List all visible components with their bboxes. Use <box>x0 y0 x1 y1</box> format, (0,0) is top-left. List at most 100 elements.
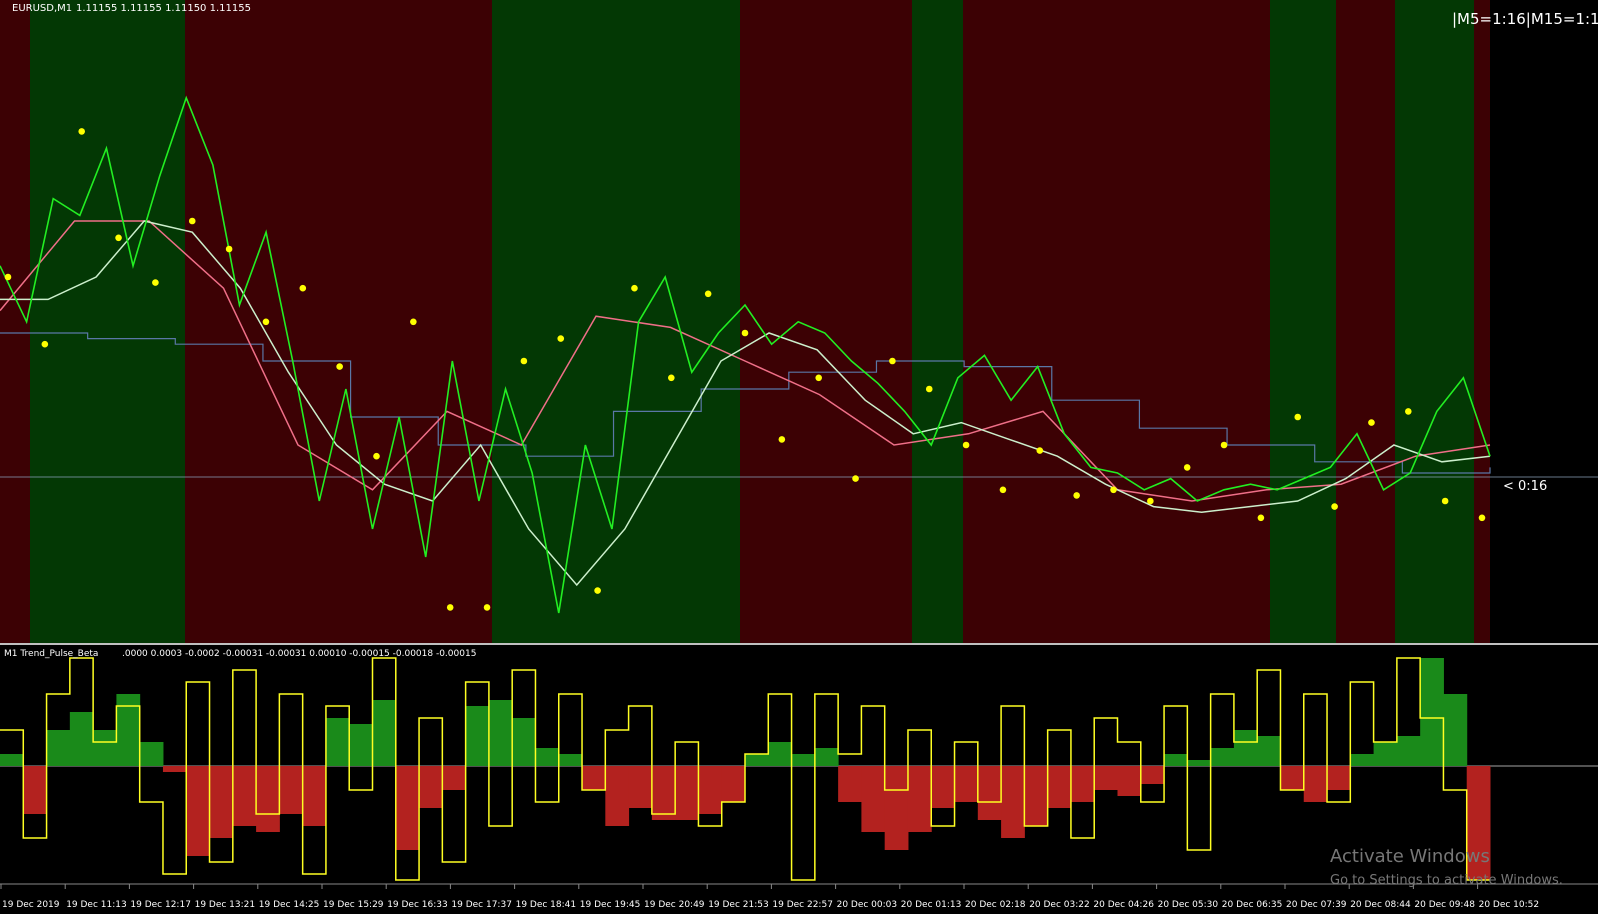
histogram-bar <box>69 712 94 766</box>
time-axis-label: 19 Dec 17:37 <box>451 900 512 910</box>
symbol-label: EURUSD,M1 <box>12 3 72 14</box>
histogram-bar <box>1070 766 1095 802</box>
histogram-bar <box>139 742 164 766</box>
swing-point <box>262 318 270 326</box>
histogram-bar <box>162 766 187 772</box>
swing-point <box>152 279 159 286</box>
activation-watermark-title: Activate Windows <box>1330 846 1490 867</box>
histogram-bar <box>907 766 932 832</box>
swing-point <box>520 357 528 365</box>
time-axis-label: 20 Dec 01:13 <box>901 900 962 910</box>
swing-point <box>1331 503 1338 510</box>
time-axis-label: 19 Dec 13:21 <box>195 900 256 910</box>
histogram-bar <box>814 748 839 766</box>
swing-point <box>1220 441 1228 449</box>
histogram-bar <box>1187 760 1212 766</box>
trend-band-bear <box>740 0 912 643</box>
histogram-bar <box>1420 658 1444 766</box>
histogram-bar <box>1280 766 1305 790</box>
histogram-bar <box>1024 766 1049 826</box>
time-axis-label: 19 Dec 2019 <box>2 900 60 910</box>
histogram-bar <box>1373 742 1398 766</box>
histogram-bar <box>1140 766 1165 784</box>
swing-point <box>225 245 233 253</box>
swing-point <box>1257 514 1265 522</box>
time-axis-label: 19 Dec 22:57 <box>772 900 833 910</box>
histogram-bar <box>1001 766 1025 838</box>
swing-point <box>336 363 343 370</box>
histogram-bar <box>768 742 793 766</box>
histogram-bar <box>1443 694 1468 766</box>
mt4-chart-window[interactable]: 19 Dec 2019 19 Dec 11:13 19 Dec 12:17 19 De… <box>0 0 1598 914</box>
time-axis-label: 19 Dec 12:17 <box>130 900 191 910</box>
histogram-bar <box>1396 736 1421 766</box>
histogram-bar <box>1303 766 1328 802</box>
time-axis-label: 19 Dec 19:45 <box>580 900 641 910</box>
histogram-bar <box>488 700 513 766</box>
price-chart[interactable]: 19 Dec 2019 19 Dec 11:13 19 Dec 12:17 19 De… <box>0 0 1598 914</box>
swing-point <box>704 290 712 298</box>
swing-point <box>741 329 749 337</box>
histogram-bar <box>558 754 583 766</box>
histogram-bar <box>745 754 769 766</box>
time-axis-label: 20 Dec 03:22 <box>1029 900 1090 910</box>
swing-point <box>1368 419 1375 426</box>
swing-point <box>446 604 454 611</box>
histogram-bar <box>675 766 699 820</box>
histogram-bar <box>954 766 979 802</box>
swing-point <box>1478 514 1486 522</box>
time-axis-label: 20 Dec 00:03 <box>837 900 898 910</box>
time-axis-label: 20 Dec 02:18 <box>965 900 1026 910</box>
swing-point <box>1183 464 1191 471</box>
time-axis-label: 19 Dec 20:49 <box>644 900 705 910</box>
histogram-bar <box>931 766 956 808</box>
swing-point <box>557 335 565 342</box>
trend-band-bull <box>1270 0 1336 643</box>
trend-band-bear <box>963 0 1270 643</box>
swing-point <box>78 128 85 135</box>
histogram-bar <box>1257 736 1281 766</box>
histogram-bar <box>791 754 816 766</box>
price-marker: < 0:16 <box>1503 479 1547 494</box>
swing-point <box>4 273 12 281</box>
histogram-bar <box>372 700 397 766</box>
swing-point <box>1441 497 1449 505</box>
time-axis-label: 20 Dec 07:39 <box>1286 900 1347 910</box>
histogram-bar <box>349 724 373 766</box>
swing-point <box>631 284 638 292</box>
ohlc-values: 1.11155 1.11155 1.11150 1.11155 <box>76 3 251 14</box>
histogram-bar <box>209 766 234 838</box>
histogram-bar <box>1094 766 1118 790</box>
swing-point <box>188 217 196 225</box>
histogram-bar <box>512 718 536 766</box>
histogram-bar <box>698 766 723 814</box>
histogram-bar <box>861 766 886 832</box>
histogram-bar <box>651 766 676 820</box>
swing-point <box>299 284 307 292</box>
time-axis-label: 20 Dec 06:35 <box>1222 900 1283 910</box>
swing-point <box>594 587 601 594</box>
histogram-bar <box>605 766 630 826</box>
swing-point <box>1110 486 1117 494</box>
time-axis-label: 19 Dec 18:41 <box>516 900 577 910</box>
trend-band-bear <box>185 0 492 643</box>
trend-band-bull <box>1395 0 1474 643</box>
histogram-bar <box>116 694 141 766</box>
time-axis-label: 19 Dec 16:33 <box>387 900 448 910</box>
swing-point <box>1405 408 1412 415</box>
swing-point <box>1294 413 1302 421</box>
histogram-bar <box>884 766 909 850</box>
histogram-bar <box>465 706 490 766</box>
histogram-bar <box>442 766 467 790</box>
histogram-bar <box>93 730 117 766</box>
timeframe-readout: |M5=1:16|M15=1:16 <box>1452 10 1598 28</box>
swing-point <box>925 385 933 393</box>
histogram-bar <box>1350 754 1375 766</box>
swing-point <box>1036 447 1044 454</box>
time-axis-label: 20 Dec 05:30 <box>1158 900 1219 910</box>
activation-watermark-subtitle: Go to Settings to activate Windows. <box>1330 873 1563 888</box>
histogram-bar <box>46 730 71 766</box>
histogram-bar <box>232 766 257 826</box>
swing-point <box>483 604 491 611</box>
histogram-bar <box>721 766 746 802</box>
